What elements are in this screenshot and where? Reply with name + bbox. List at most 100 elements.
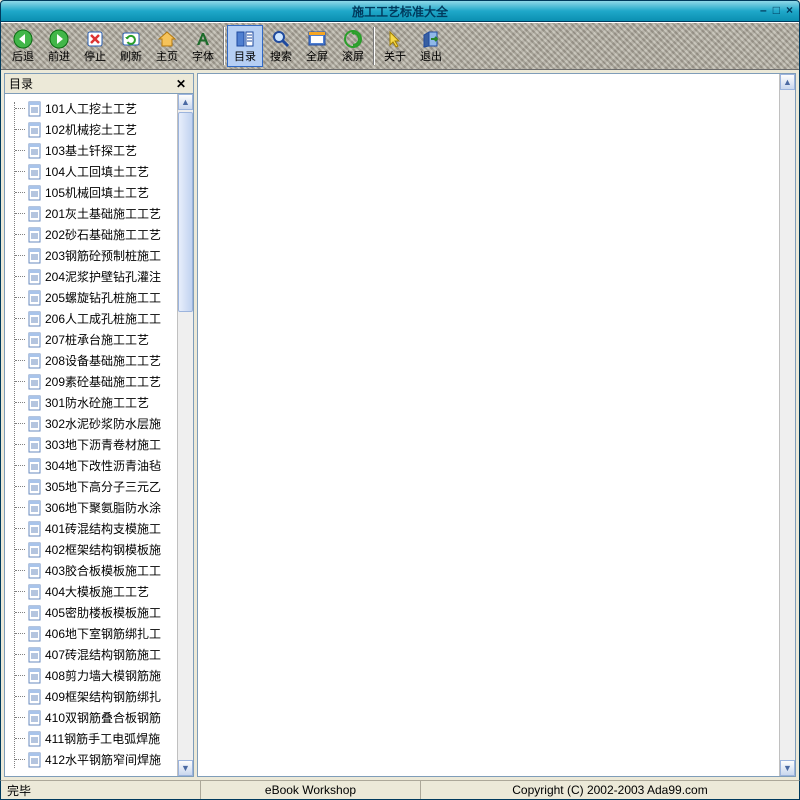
tree-item[interactable]: 202砂石基础施工工艺 xyxy=(5,224,177,245)
tree-item[interactable]: 204泥浆护壁钻孔灌注 xyxy=(5,266,177,287)
document-icon xyxy=(27,332,43,348)
scroll-track[interactable] xyxy=(178,110,193,760)
status-left: 完毕 xyxy=(1,781,201,799)
tree-item-label: 105机械回填土工艺 xyxy=(45,184,149,201)
document-icon xyxy=(27,584,43,600)
tree-item-label: 301防水砼施工工艺 xyxy=(45,394,149,411)
minimize-button[interactable]: – xyxy=(760,3,767,17)
document-icon xyxy=(27,500,43,516)
scroll-up-button[interactable]: ▲ xyxy=(178,94,193,110)
scroll-down-button[interactable]: ▼ xyxy=(178,760,193,776)
font-button[interactable]: 字体 xyxy=(185,25,221,67)
tree-item[interactable]: 404大模板施工工艺 xyxy=(5,581,177,602)
home-button[interactable]: 主页 xyxy=(149,25,185,67)
stop-icon xyxy=(84,28,106,50)
tree-item[interactable]: 201灰土基础施工工艺 xyxy=(5,203,177,224)
arrow-right-icon xyxy=(48,28,70,50)
tree-item[interactable]: 306地下聚氨脂防水涂 xyxy=(5,497,177,518)
tree-item[interactable]: 206人工成孔桩施工工 xyxy=(5,308,177,329)
toolbar: 后退 前进 停止 刷新 xyxy=(1,22,799,70)
tree-item[interactable]: 411钢筋手工电弧焊施 xyxy=(5,728,177,749)
tree-item-label: 102机械挖土工艺 xyxy=(45,121,137,138)
document-icon xyxy=(27,101,43,117)
tree-item[interactable]: 403胶合板模板施工工 xyxy=(5,560,177,581)
tree-item[interactable]: 101人工挖土工艺 xyxy=(5,98,177,119)
tree-item-label: 207桩承台施工工艺 xyxy=(45,331,149,348)
sidebar-title: 目录 xyxy=(9,75,173,92)
refresh-button[interactable]: 刷新 xyxy=(113,25,149,67)
tree-item[interactable]: 302水泥砂浆防水层施 xyxy=(5,413,177,434)
scroll-icon xyxy=(342,28,364,50)
scroll-thumb[interactable] xyxy=(178,112,193,312)
sidebar-header: 目录 ✕ xyxy=(5,74,193,94)
tree-item[interactable]: 406地下室钢筋绑扎工 xyxy=(5,623,177,644)
list-icon xyxy=(234,28,256,50)
tree-item[interactable]: 405密肋楼板模板施工 xyxy=(5,602,177,623)
document-icon xyxy=(27,689,43,705)
tree-item[interactable]: 103基土钎探工艺 xyxy=(5,140,177,161)
forward-button[interactable]: 前进 xyxy=(41,25,77,67)
document-icon xyxy=(27,605,43,621)
status-right: Copyright (C) 2002-2003 Ada99.com xyxy=(421,781,799,799)
tree-item[interactable]: 301防水砼施工工艺 xyxy=(5,392,177,413)
document-icon xyxy=(27,479,43,495)
sidebar-scrollbar[interactable]: ▲ ▼ xyxy=(177,94,193,776)
scroll-down-button[interactable]: ▼ xyxy=(780,760,795,776)
tree-item[interactable]: 410双钢筋叠合板钢筋 xyxy=(5,707,177,728)
arrow-left-icon xyxy=(12,28,34,50)
titlebar: 施工工艺标准大全 – □ × xyxy=(0,0,800,22)
tree-item[interactable]: 305地下高分子三元乙 xyxy=(5,476,177,497)
tree-item[interactable]: 205螺旋钻孔桩施工工 xyxy=(5,287,177,308)
tree-item-label: 208设备基础施工工艺 xyxy=(45,352,161,369)
tree-item[interactable]: 402框架结构钢模板施 xyxy=(5,539,177,560)
tree-item[interactable]: 407砖混结构钢筋施工 xyxy=(5,644,177,665)
tree-item[interactable]: 412水平钢筋窄间焊施 xyxy=(5,749,177,770)
search-button[interactable]: 搜索 xyxy=(263,25,299,67)
about-button[interactable]: 关于 xyxy=(377,25,413,67)
tree-item[interactable]: 209素砼基础施工工艺 xyxy=(5,371,177,392)
document-icon xyxy=(27,164,43,180)
tree-item[interactable]: 102机械挖土工艺 xyxy=(5,119,177,140)
tree-item[interactable]: 105机械回填土工艺 xyxy=(5,182,177,203)
tree-item-label: 101人工挖土工艺 xyxy=(45,100,137,117)
document-icon xyxy=(27,710,43,726)
tree-item[interactable]: 409框架结构钢筋绑扎 xyxy=(5,686,177,707)
content-scrollbar[interactable]: ▲ ▼ xyxy=(779,74,795,776)
document-icon xyxy=(27,458,43,474)
tree-item-label: 411钢筋手工电弧焊施 xyxy=(45,730,160,747)
tree-item-label: 412水平钢筋窄间焊施 xyxy=(45,751,161,768)
tree-item[interactable]: 304地下改性沥青油毡 xyxy=(5,455,177,476)
scroll-track[interactable] xyxy=(780,90,795,760)
close-button[interactable]: × xyxy=(786,3,793,17)
tree-item-label: 201灰土基础施工工艺 xyxy=(45,205,161,222)
scroll-up-button[interactable]: ▲ xyxy=(780,74,795,90)
tree-item-label: 402框架结构钢模板施 xyxy=(45,541,161,558)
document-icon xyxy=(27,122,43,138)
scroll-button[interactable]: 滚屏 xyxy=(335,25,371,67)
tree-item-label: 407砖混结构钢筋施工 xyxy=(45,646,161,663)
tree-item[interactable]: 401砖混结构支模施工 xyxy=(5,518,177,539)
document-icon xyxy=(27,353,43,369)
sidebar-close-button[interactable]: ✕ xyxy=(173,77,189,91)
tree-item[interactable]: 303地下沥青卷材施工 xyxy=(5,434,177,455)
back-button[interactable]: 后退 xyxy=(5,25,41,67)
toc-button[interactable]: 目录 xyxy=(227,25,263,67)
sidebar: 目录 ✕ 101人工挖土工艺 102机械挖土工艺 103基土钎探工艺104人工回填土… xyxy=(4,73,194,777)
tree-item[interactable]: 104人工回填土工艺 xyxy=(5,161,177,182)
tree-item[interactable]: 408剪力墙大模钢筋施 xyxy=(5,665,177,686)
exit-button[interactable]: 退出 xyxy=(413,25,449,67)
fullscreen-button[interactable]: 全屏 xyxy=(299,25,335,67)
maximize-button[interactable]: □ xyxy=(773,3,780,17)
stop-button[interactable]: 停止 xyxy=(77,25,113,67)
tree-item-label: 204泥浆护壁钻孔灌注 xyxy=(45,268,161,285)
tree-item-label: 305地下高分子三元乙 xyxy=(45,478,161,495)
document-icon xyxy=(27,269,43,285)
tree-item[interactable]: 207桩承台施工工艺 xyxy=(5,329,177,350)
tree-item-label: 410双钢筋叠合板钢筋 xyxy=(45,709,161,726)
tree-item-label: 405密肋楼板模板施工 xyxy=(45,604,161,621)
tree[interactable]: 101人工挖土工艺 102机械挖土工艺 103基土钎探工艺104人工回填土工艺 105… xyxy=(5,94,177,776)
tree-item[interactable]: 208设备基础施工工艺 xyxy=(5,350,177,371)
tree-item[interactable]: 203钢筋砼预制桩施工 xyxy=(5,245,177,266)
document-icon xyxy=(27,311,43,327)
exit-icon xyxy=(420,28,442,50)
